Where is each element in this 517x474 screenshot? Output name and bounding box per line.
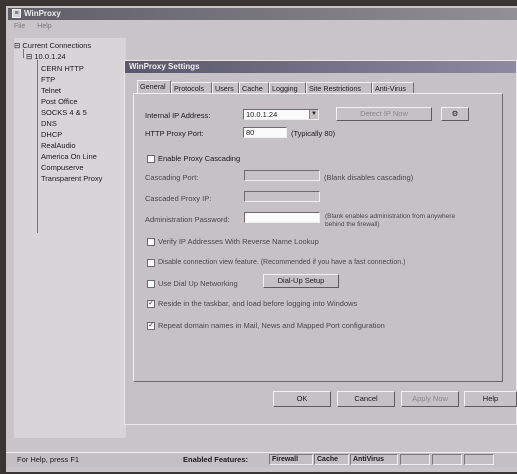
cascading-port-input[interactable] xyxy=(244,170,320,181)
enable-cascading-label: Enable Proxy Cascading xyxy=(158,154,241,163)
status-bar: For Help, press F1 Enabled Features: Fir… xyxy=(6,452,517,467)
tab-site-restrictions[interactable]: Site Restrictions xyxy=(306,82,372,93)
cascaded-ip-label: Cascaded Proxy IP: xyxy=(145,194,212,203)
tab-general[interactable]: General xyxy=(137,80,171,93)
admin-password-input[interactable] xyxy=(244,212,320,223)
tab-protocols[interactable]: Protocols xyxy=(171,82,212,93)
help-button[interactable]: Help xyxy=(464,391,517,407)
verify-ip-label: Verify IP Addresses With Reverse Name Lo… xyxy=(158,237,319,246)
tree-item-post-office[interactable]: Post Office xyxy=(41,97,78,106)
feature-antivirus: AntiVirus xyxy=(350,454,398,465)
internal-ip-dropdown[interactable]: 10.0.1.24 ▼ xyxy=(243,109,319,120)
tree-line xyxy=(37,60,38,233)
gear-icon: ⚙ xyxy=(451,109,459,118)
menu-bar: File Help xyxy=(8,21,517,32)
reside-tray-label: Reside in the taskbar, and load before l… xyxy=(158,299,358,308)
use-dialup-checkbox[interactable] xyxy=(147,280,155,288)
ok-button[interactable]: OK xyxy=(273,391,331,407)
tree-item-aol[interactable]: America On Line xyxy=(41,152,97,161)
disable-connection-view-checkbox[interactable] xyxy=(147,259,155,267)
feature-firewall: Firewall xyxy=(269,454,313,465)
collapse-icon[interactable]: ⊟ xyxy=(14,41,20,50)
tab-cache[interactable]: Cache xyxy=(239,82,269,93)
admin-password-label: Administration Password: xyxy=(145,215,230,224)
admin-password-hint-1: (Blank enables administration from anywh… xyxy=(325,213,456,220)
status-panel-empty xyxy=(464,454,494,465)
apply-now-button[interactable]: Apply Now xyxy=(401,391,459,407)
cascading-port-hint: (Blank disables cascading) xyxy=(324,173,414,182)
repeat-domain-checkbox[interactable]: ✓ xyxy=(147,322,155,330)
enabled-features-label: Enabled Features: xyxy=(183,455,249,464)
disable-connection-view-label: Disable connection view feature. (Recomm… xyxy=(158,259,406,266)
connections-tree: ⊟ Current Connections ⊟ 10.0.1.24 CERN H… xyxy=(14,38,126,438)
status-panel-empty xyxy=(400,454,430,465)
cascaded-ip-input[interactable] xyxy=(244,191,320,202)
status-panel-empty xyxy=(432,454,462,465)
wizard-button[interactable]: ⚙ xyxy=(441,107,469,121)
tab-anti-virus[interactable]: Anti-Virus xyxy=(372,82,414,93)
collapse-icon[interactable]: ⊟ xyxy=(26,52,32,61)
tree-item-dhcp[interactable]: DHCP xyxy=(41,130,62,139)
use-dialup-label: Use Dial Up Networking xyxy=(158,279,238,288)
app-icon: ≡ xyxy=(12,9,21,18)
verify-ip-checkbox[interactable] xyxy=(147,238,155,246)
tree-item-dns[interactable]: DNS xyxy=(41,119,57,128)
cascading-port-label: Cascading Port: xyxy=(145,173,199,182)
dialup-setup-button[interactable]: Dial-Up Setup xyxy=(263,274,339,288)
detect-ip-button[interactable]: Detect IP Now xyxy=(336,107,432,121)
http-port-label: HTTP Proxy Port: xyxy=(145,129,204,138)
tree-item-ftp[interactable]: FTP xyxy=(41,75,55,84)
internal-ip-label: Internal IP Address: xyxy=(145,111,211,120)
chevron-down-icon[interactable]: ▼ xyxy=(309,110,318,119)
title-bar: ≡ WinProxy xyxy=(8,8,517,20)
tree-item-transparent-proxy[interactable]: Transparent Proxy xyxy=(41,174,102,183)
http-port-hint: (Typically 80) xyxy=(291,129,336,138)
dialog-title: WinProxy Settings xyxy=(125,61,516,73)
tree-host[interactable]: ⊟ 10.0.1.24 xyxy=(26,52,66,61)
tree-root[interactable]: ⊟ Current Connections xyxy=(14,41,91,50)
menu-help[interactable]: Help xyxy=(37,23,51,30)
tree-line xyxy=(23,49,24,58)
status-help-text: For Help, press F1 xyxy=(17,455,80,464)
tree-item-telnet[interactable]: Telnet xyxy=(41,86,61,95)
http-port-input[interactable]: 80 xyxy=(243,127,287,138)
enable-cascading-checkbox[interactable] xyxy=(147,155,155,163)
tab-logging[interactable]: Logging xyxy=(269,82,306,93)
repeat-domain-label: Repeat domain names in Mail, News and Ma… xyxy=(158,321,385,330)
tree-item-realaudio[interactable]: RealAudio xyxy=(41,141,76,150)
tree-item-compuserve[interactable]: Compuserve xyxy=(41,163,84,172)
tab-users[interactable]: Users xyxy=(212,82,239,93)
app-title: WinProxy xyxy=(24,9,61,18)
reside-tray-checkbox[interactable]: ✓ xyxy=(147,300,155,308)
tree-item-cern-http[interactable]: CERN HTTP xyxy=(41,64,84,73)
admin-password-hint-2: behind the firewall) xyxy=(325,221,380,228)
cancel-button[interactable]: Cancel xyxy=(337,391,395,407)
menu-file[interactable]: File xyxy=(14,23,25,30)
tree-item-socks[interactable]: SOCKS 4 & 5 xyxy=(41,108,87,117)
feature-cache: Cache xyxy=(314,454,349,465)
